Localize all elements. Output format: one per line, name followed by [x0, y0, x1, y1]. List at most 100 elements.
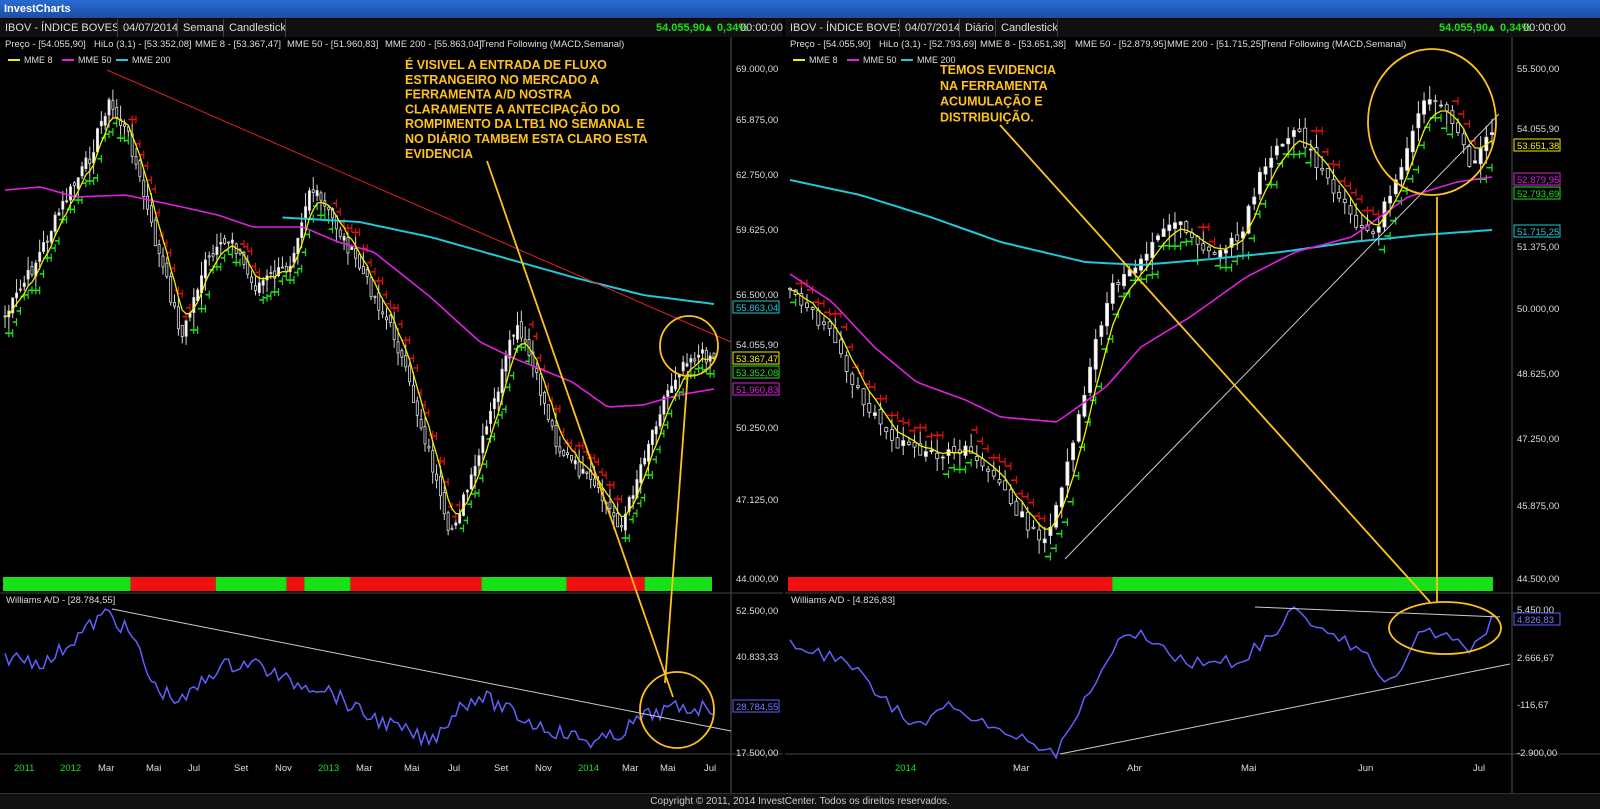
candle-body: [1297, 128, 1302, 132]
candle-body: [1456, 122, 1460, 133]
candle-body: [408, 365, 412, 383]
weekly-chart[interactable]: Preço - [54.055,90] HiLo (3,1) - [53.352…: [0, 37, 783, 793]
candle-body: [1291, 130, 1296, 137]
x-tick-label: 2012: [60, 763, 81, 774]
candle-body: [895, 437, 900, 449]
annotation-text: NO DIÁRIO TAMBEM ESTA CLARO ESTA: [405, 131, 648, 146]
candle-body: [585, 471, 589, 474]
candle-body: [415, 400, 419, 416]
y-tick: 50.250,00: [736, 423, 778, 434]
candle-body: [685, 363, 689, 367]
y-tick: 65.875,00: [736, 115, 778, 126]
candle-body: [670, 385, 674, 393]
x-tick-label: Mai: [146, 763, 161, 774]
candle-body: [327, 206, 331, 210]
candle-body: [1461, 133, 1466, 146]
candle-body: [311, 189, 315, 193]
candle-body: [546, 404, 550, 420]
candle-body: [307, 190, 311, 211]
candle-body: [1054, 505, 1059, 528]
candle-body: [1082, 394, 1087, 417]
y-tick: 47.125,00: [736, 495, 778, 506]
candle-body: [504, 355, 508, 372]
symbol-selector[interactable]: IBOV - ÍNDICE BOVESPA: [785, 19, 900, 37]
period-selector[interactable]: Semanal: [178, 19, 224, 37]
candle-body: [149, 205, 153, 223]
candle-body: [292, 252, 296, 263]
footer: Copyright © 2011, 2014 InvestCenter. Tod…: [0, 793, 1600, 809]
candle-body: [608, 501, 612, 509]
candle-body: [700, 349, 704, 354]
candle-body: [49, 230, 53, 243]
candle-body: [142, 179, 146, 198]
period-selector[interactable]: Diário: [960, 19, 996, 37]
candle-body: [643, 457, 647, 465]
x-tick-label: 2013: [318, 763, 339, 774]
candle-body: [1439, 104, 1443, 107]
candle-body: [454, 522, 458, 526]
ad-tick: 17.500,00: [736, 748, 778, 759]
info-mme8: MME 8 - [53.651,38]: [980, 39, 1066, 50]
candle-body: [269, 272, 273, 274]
candle-body: [230, 239, 234, 244]
candle-body: [681, 361, 685, 372]
candle-body: [855, 385, 860, 388]
candle-body: [519, 321, 523, 339]
candle-body: [80, 166, 84, 177]
info-price: Preço - [54.055,90]: [5, 39, 86, 50]
x-tick-label: 2011: [14, 763, 34, 774]
ad-tick: 40.833,33: [736, 652, 778, 663]
candle-body: [22, 282, 26, 287]
badge-hilo: 52.793,69: [1517, 189, 1559, 200]
candle-body: [666, 390, 670, 397]
style-selector[interactable]: Candlestick: [224, 19, 286, 37]
daily-chart[interactable]: Preço - [54.055,90] HiLo (3,1) - [52.793…: [785, 37, 1600, 793]
candle-body: [57, 212, 61, 216]
annotation-text: FERRAMENTA A/D NOSTRA: [405, 88, 572, 102]
x-tick-label: Set: [494, 763, 509, 774]
badge-mme200: 51.715,25: [1517, 227, 1559, 238]
candle-body: [901, 440, 906, 446]
candle-body: [203, 259, 207, 279]
candle-body: [173, 301, 176, 307]
candle-body: [99, 120, 103, 127]
candle-body: [392, 322, 396, 340]
candle-body: [1042, 538, 1047, 544]
candle-body: [1218, 250, 1223, 258]
candle-body: [689, 358, 693, 363]
candle-body: [810, 307, 815, 310]
info-mme200: MME 200 - [55.863,04]: [385, 39, 482, 50]
candle-body: [1473, 160, 1477, 164]
candle-body: [516, 325, 519, 340]
candle-body: [822, 321, 826, 325]
candle-body: [1320, 167, 1325, 171]
date-selector[interactable]: 04/07/2014: [118, 19, 178, 37]
trend-segment-up: [304, 577, 351, 591]
candle-body: [620, 525, 623, 528]
info-hilo: HiLo (3,1) - [53.352,08]: [94, 39, 192, 50]
last-price: 54.055,90: [1439, 22, 1488, 34]
candle-body: [654, 426, 658, 435]
badge-price: 54.055,90: [736, 340, 778, 351]
symbol-selector[interactable]: IBOV - ÍNDICE BOVESPA: [0, 19, 118, 37]
candle-body: [481, 435, 485, 454]
candle-body: [69, 186, 72, 201]
candle-body: [827, 321, 832, 330]
x-tick-label: Nov: [535, 763, 552, 774]
candle-body: [1348, 205, 1353, 215]
candle-body: [861, 388, 866, 406]
candle-body: [872, 412, 877, 416]
candle-body: [1144, 253, 1149, 261]
candle-body: [1037, 529, 1042, 541]
annotation-text: CLARAMENTE A ANTECIPAÇÃO DO: [405, 101, 620, 116]
ad-tick: -2.900,00: [1517, 748, 1557, 759]
candle-body: [1065, 461, 1070, 486]
candle-body: [1173, 222, 1177, 229]
x-tick-label: Abr: [1127, 763, 1142, 774]
annotation-text: ACUMULAÇÃO E: [940, 94, 1043, 109]
style-selector[interactable]: Candlestick: [996, 19, 1058, 37]
candle-body: [42, 242, 45, 252]
candle-body: [935, 452, 940, 460]
candle-body: [1076, 414, 1081, 442]
date-selector[interactable]: 04/07/2014: [900, 19, 960, 37]
